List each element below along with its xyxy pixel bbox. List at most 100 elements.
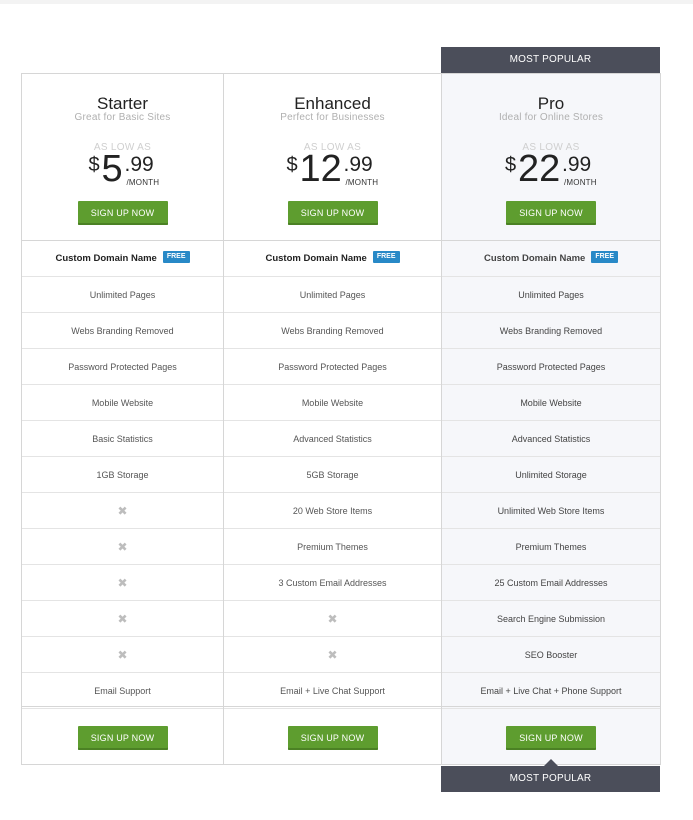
feature-row: 5GB Storage (224, 457, 441, 493)
plan-footer: SIGN UP NOW (22, 706, 223, 764)
feature-row: Premium Themes (442, 529, 660, 565)
price-whole: 22 (518, 148, 561, 190)
feature-row: Unlimited Web Store Items (442, 493, 660, 529)
feature-label: Unlimited Storage (515, 470, 587, 480)
price-cents: .99 (343, 153, 373, 176)
currency-symbol: $ (286, 154, 298, 176)
feature-row: Custom Domain Name FREE (22, 241, 223, 277)
currency-symbol: $ (505, 154, 517, 176)
feature-label: Webs Branding Removed (499, 326, 603, 336)
feature-label: 25 Custom Email Addresses (494, 578, 608, 588)
feature-label: Email + Live Chat + Phone Support (480, 686, 622, 696)
plan-column-pro: Pro Ideal for Online Stores AS LOW AS $ … (441, 73, 661, 765)
feature-row: Password Protected Pages (224, 349, 441, 385)
feature-row: Advanced Statistics (224, 421, 441, 457)
plan-price: $ 22 .99 /MONTH (442, 148, 660, 190)
feature-row: ✖ (224, 601, 441, 637)
sign-up-button-footer[interactable]: SIGN UP NOW (287, 726, 378, 750)
feature-label: Basic Statistics (92, 434, 153, 444)
feature-label: 20 Web Store Items (292, 506, 373, 516)
feature-row: ✖ (22, 529, 223, 565)
plan-price: $ 5 .99 /MONTH (22, 148, 223, 190)
sign-up-button[interactable]: SIGN UP NOW (287, 201, 378, 225)
plan-name: Enhanced (294, 94, 371, 113)
price-whole: 5 (101, 148, 123, 190)
pricing-table: Starter Great for Basic Sites AS LOW AS … (21, 73, 661, 766)
feature-label: Premium Themes (515, 542, 587, 552)
feature-label: Password Protected Pages (68, 362, 177, 372)
plan-column-starter: Starter Great for Basic Sites AS LOW AS … (21, 73, 224, 765)
currency-symbol: $ (88, 154, 100, 176)
free-badge: FREE (372, 251, 400, 264)
feature-row: ✖ (22, 565, 223, 601)
most-popular-label: MOST POPULAR (509, 54, 592, 65)
sign-up-button-footer[interactable]: SIGN UP NOW (506, 726, 596, 750)
feature-row: 25 Custom Email Addresses (442, 565, 660, 601)
price-period: /MONTH (345, 178, 379, 187)
feature-row: 1GB Storage (22, 457, 223, 493)
feature-row: Basic Statistics (22, 421, 223, 457)
plan-footer: SIGN UP NOW (442, 706, 660, 764)
top-strip (0, 0, 693, 4)
most-popular-banner-bottom: MOST POPULAR (441, 759, 660, 792)
x-mark-icon: ✖ (117, 540, 128, 554)
feature-row: Unlimited Storage (442, 457, 660, 493)
free-badge: FREE (591, 251, 619, 264)
feature-label: 3 Custom Email Addresses (278, 578, 387, 588)
price-period: /MONTH (564, 178, 597, 187)
most-popular-banner-top: MOST POPULAR (441, 47, 660, 80)
feature-label: Custom Domain Name (483, 253, 586, 264)
feature-label: Search Engine Submission (496, 614, 606, 624)
feature-row: 20 Web Store Items (224, 493, 441, 529)
feature-row: Premium Themes (224, 529, 441, 565)
plan-name: Starter (96, 94, 149, 113)
feature-label: Mobile Website (301, 398, 364, 408)
plan-header: Pro Ideal for Online Stores AS LOW AS $ … (442, 74, 660, 241)
feature-row: Password Protected Pages (442, 349, 660, 385)
feature-row: ✖ (224, 637, 441, 673)
feature-row: Email Support (22, 673, 223, 709)
price-cents: .99 (124, 153, 154, 176)
feature-row: Unlimited Pages (224, 277, 441, 313)
feature-row: Webs Branding Removed (224, 313, 441, 349)
plan-tagline: Perfect for Businesses (280, 112, 385, 123)
plan-tagline: Great for Basic Sites (74, 112, 171, 123)
feature-row: ✖ (22, 601, 223, 637)
x-mark-icon: ✖ (117, 648, 128, 662)
feature-label: Email Support (94, 686, 151, 696)
plan-tagline: Ideal for Online Stores (498, 112, 604, 123)
sign-up-button[interactable]: SIGN UP NOW (77, 201, 168, 225)
feature-row: Mobile Website (442, 385, 660, 421)
feature-row: Email + Live Chat Support (224, 673, 441, 709)
feature-row: Webs Branding Removed (442, 313, 660, 349)
price-period: /MONTH (126, 178, 160, 187)
feature-row: 3 Custom Email Addresses (224, 565, 441, 601)
plan-price: $ 12 .99 /MONTH (224, 148, 441, 190)
feature-list: Custom Domain Name FREE Unlimited Pages Web… (224, 241, 441, 709)
x-mark-icon: ✖ (117, 504, 128, 518)
sign-up-button[interactable]: SIGN UP NOW (506, 201, 596, 225)
banner-arrow-up (543, 759, 558, 766)
feature-label: Advanced Statistics (511, 434, 591, 444)
feature-row: Search Engine Submission (442, 601, 660, 637)
feature-row: Mobile Website (224, 385, 441, 421)
feature-label: Unlimited Pages (89, 290, 156, 300)
most-popular-label: MOST POPULAR (509, 773, 592, 784)
price-cents: .99 (562, 153, 592, 176)
x-mark-icon: ✖ (327, 648, 338, 662)
feature-label: Unlimited Web Store Items (497, 506, 605, 516)
feature-label: Custom Domain Name (265, 253, 367, 264)
feature-row: Custom Domain Name FREE (224, 241, 441, 277)
sign-up-button-footer[interactable]: SIGN UP NOW (77, 726, 168, 750)
feature-label: Unlimited Pages (518, 290, 584, 300)
feature-row: Unlimited Pages (442, 277, 660, 313)
feature-label: Password Protected Pages (496, 362, 606, 372)
feature-label: 5GB Storage (306, 470, 359, 480)
plan-column-enhanced: Enhanced Perfect for Businesses AS LOW A… (223, 73, 442, 765)
feature-row: Mobile Website (22, 385, 223, 421)
feature-row: Webs Branding Removed (22, 313, 223, 349)
feature-row: ✖ (22, 637, 223, 673)
feature-label: Unlimited Pages (299, 290, 366, 300)
feature-row: Unlimited Pages (22, 277, 223, 313)
feature-row: ✖ (22, 493, 223, 529)
